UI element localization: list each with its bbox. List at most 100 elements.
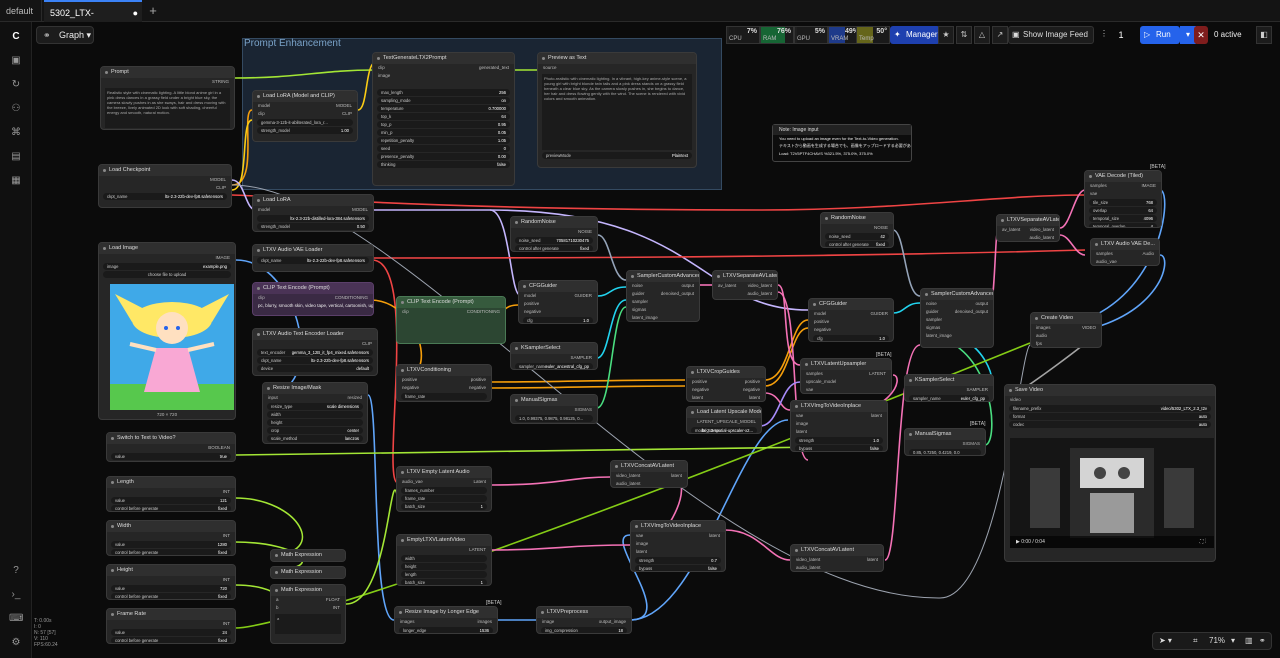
- widget-strength-model[interactable]: strength_model 0.50: [257, 223, 369, 230]
- input-slot[interactable]: audio_latent: [611, 480, 687, 487]
- output-slot[interactable]: LATENT_UPSCALE_MODEL: [687, 418, 761, 426]
- node-latent-upsampler[interactable]: LTXVLatentUpsampler samples LATENT upscal…: [800, 358, 892, 394]
- slot-row[interactable]: clip CONDITIONING: [253, 294, 373, 302]
- node-frame-rate[interactable]: Frame Rate INT value 24 control before ge…: [106, 608, 236, 644]
- node-manual-sigmas-1[interactable]: ManualSigmas SIGMAS 1.0, 0.99375, 0.9875…: [510, 394, 598, 424]
- widget-repetition-penalty[interactable]: repetition_penalty 1.05: [377, 137, 510, 144]
- output-slot[interactable]: INT: [107, 620, 235, 628]
- output-slot[interactable]: SIGMAS: [905, 440, 985, 448]
- widget-width[interactable]: width: [267, 411, 363, 418]
- output-slot[interactable]: INT: [107, 532, 235, 540]
- input-slot[interactable]: clip generated_text: [373, 64, 514, 72]
- node-width[interactable]: Width INT value 1280 control before gener…: [106, 520, 236, 556]
- node-cfg-guider-2[interactable]: CFGGuider model GUIDER positive negative …: [808, 298, 894, 342]
- node-prompt[interactable]: Prompt STRING Realistic style with cinem…: [100, 66, 235, 130]
- input-slot[interactable]: sigmas: [627, 306, 699, 314]
- pointer-icon[interactable]: ➤ ▾: [1159, 633, 1172, 649]
- video-preview[interactable]: [1010, 438, 1214, 548]
- widget-filename-prefix[interactable]: filename_prefix video/5302_LTX_2.3_t2v: [1009, 405, 1211, 412]
- node-audio-vae-decode[interactable]: LTXV Audio VAE De... samples Audio audio_…: [1090, 238, 1160, 266]
- prompt-text[interactable]: Realistic style with cinematic lighting.…: [105, 88, 230, 128]
- widget-frame-rate[interactable]: frame_rate: [401, 495, 487, 502]
- widget-control[interactable]: control before generate fixed: [111, 549, 231, 555]
- node-empty-latent-video[interactable]: EmptyLTXVLatentVideo LATENT width height…: [396, 534, 492, 586]
- widget-top-p[interactable]: top_p 0.95: [377, 121, 510, 128]
- widget-control[interactable]: control before generate fixed: [111, 637, 231, 643]
- node-ksampler-select-2[interactable]: KSamplerSelect SAMPLER sampler_name euler…: [904, 374, 994, 402]
- node-concat-av-latent-2[interactable]: LTXVConcatAVLatent video_latent latent au…: [790, 544, 884, 572]
- widget-length[interactable]: length: [401, 571, 487, 578]
- sort-icon[interactable]: ⇅: [956, 26, 972, 44]
- output-slot[interactable]: SAMPLER: [511, 354, 597, 362]
- output-slot[interactable]: NOISE: [511, 228, 597, 236]
- output-slot[interactable]: audio_latent: [997, 234, 1059, 241]
- widget-height[interactable]: height: [267, 419, 363, 426]
- slot-row[interactable]: noise output: [627, 282, 699, 290]
- slot-row[interactable]: a FLOAT: [271, 596, 345, 604]
- preview-text-output[interactable]: Photo-realistic with cinematic lighting.…: [542, 74, 692, 150]
- slot-row[interactable]: images images: [395, 618, 497, 626]
- toggle-panel-icon[interactable]: ◧: [1256, 26, 1272, 44]
- node-ksampler-select-1[interactable]: KSamplerSelect SAMPLER sampler_name euler…: [510, 342, 598, 370]
- slot-row[interactable]: audio_vae Latent: [397, 478, 491, 486]
- node-separate-av-latent-1[interactable]: LTXVSeparateAVLatent av_latent video_late…: [712, 270, 778, 300]
- output-slot[interactable]: INT: [107, 576, 235, 584]
- output-slot[interactable]: CLIP: [99, 184, 231, 192]
- input-slot[interactable]: audio_latent: [791, 564, 883, 571]
- widget-control[interactable]: control after generate fixed: [825, 241, 889, 247]
- comfy-logo-icon[interactable]: C: [9, 30, 23, 44]
- input-slot[interactable]: latent_image: [921, 332, 993, 340]
- input-slot[interactable]: positive: [519, 300, 597, 308]
- output-slot[interactable]: MODEL: [99, 176, 231, 184]
- input-slot[interactable]: latent_image: [627, 314, 699, 321]
- images-icon[interactable]: ▣: [9, 54, 23, 68]
- widget-batch-size[interactable]: batch_size 1: [401, 503, 487, 510]
- output-slot[interactable]: STRING: [101, 78, 234, 86]
- node-sampler-custom-advanced-1[interactable]: SamplerCustomAdvanced noise output guider…: [626, 270, 700, 322]
- input-slot[interactable]: sigmas: [921, 324, 993, 332]
- output-slot[interactable]: LATENT: [397, 546, 491, 554]
- node-math-expression-3[interactable]: Math Expression a FLOAT b INT a: [270, 584, 346, 644]
- node-concat-av-latent-1[interactable]: LTXVConcatAVLatent video_latent latent au…: [610, 460, 688, 488]
- widget-strength[interactable]: strength 1.0: [795, 437, 883, 444]
- widget-control[interactable]: control before generate fixed: [111, 593, 231, 599]
- widget-sigmas[interactable]: 1.0, 0.99375, 0.9875, 0.98125, 0...: [515, 415, 593, 422]
- node-library-icon[interactable]: ⚇: [9, 102, 23, 116]
- slot-row[interactable]: positive positive: [397, 376, 491, 384]
- input-slot[interactable]: sampler: [627, 298, 699, 306]
- widget-overlap[interactable]: overlap 64: [1089, 207, 1157, 214]
- widget-min-p[interactable]: min_p 0.05: [377, 129, 510, 136]
- widget-frame-rate[interactable]: frame_rate: [401, 393, 487, 400]
- widget-temperature[interactable]: temperature 0.700000: [377, 105, 510, 112]
- slot-row[interactable]: model GUIDER: [809, 310, 893, 318]
- slot-row[interactable]: video_latent latent: [611, 472, 687, 480]
- widget-bypass[interactable]: bypass false: [795, 445, 883, 451]
- workflows-icon[interactable]: ▤: [9, 150, 23, 164]
- slot-row[interactable]: guider denoised_output: [921, 308, 993, 316]
- keyboard-icon[interactable]: ⌨: [9, 612, 23, 626]
- widget-presence-penalty[interactable]: presence_penalty 0.00: [377, 153, 510, 160]
- widget-scale-method[interactable]: scale_method lanczos: [267, 435, 363, 442]
- batch-count-input[interactable]: 1: [1110, 26, 1132, 44]
- slot-row[interactable]: vae latent: [631, 532, 725, 540]
- widget-image[interactable]: image example.png: [103, 263, 231, 270]
- input-slot[interactable]: image: [631, 540, 725, 548]
- node-crop-guides[interactable]: LTXVCropGuides positive positive negative…: [686, 366, 766, 402]
- node-load-checkpoint[interactable]: Load Checkpoint MODEL CLIP ckpt_name ltx-…: [98, 164, 232, 208]
- widget-cfg[interactable]: cfg 1.0: [523, 317, 593, 323]
- widget-max-length[interactable]: max_length 256: [377, 89, 510, 96]
- widget-strength[interactable]: strength 0.7: [635, 557, 721, 564]
- tab-default[interactable]: default: [0, 0, 42, 22]
- widget-ckpt-name[interactable]: ckpt_name ltx-2.3-22b-dev-fp8.safetensors: [257, 357, 373, 364]
- node-sampler-custom-advanced-2[interactable]: SamplerCustomAdvanced noise output guider…: [920, 288, 994, 348]
- widget-tile-size[interactable]: tile_size 768: [1089, 199, 1157, 206]
- input-slot[interactable]: fps: [1031, 340, 1101, 347]
- manager-button[interactable]: ✦ Manager: [890, 26, 940, 44]
- tab-workflow[interactable]: 5302_LTX-2.3_T2V_...●: [44, 0, 142, 40]
- zoom-dropdown-icon[interactable]: ▾: [1231, 633, 1235, 649]
- node-img-to-video-inplace-1[interactable]: LTXVImgToVideoInplace vae latent image la…: [630, 520, 726, 572]
- slot-row[interactable]: b INT: [271, 604, 345, 612]
- node-switch-t2v[interactable]: Switch to Text to Video? BOOLEAN value tr…: [106, 432, 236, 462]
- slot-row[interactable]: positive positive: [687, 378, 765, 386]
- node-random-noise-1[interactable]: RandomNoise NOISE noise_seed 705817102304…: [510, 216, 598, 252]
